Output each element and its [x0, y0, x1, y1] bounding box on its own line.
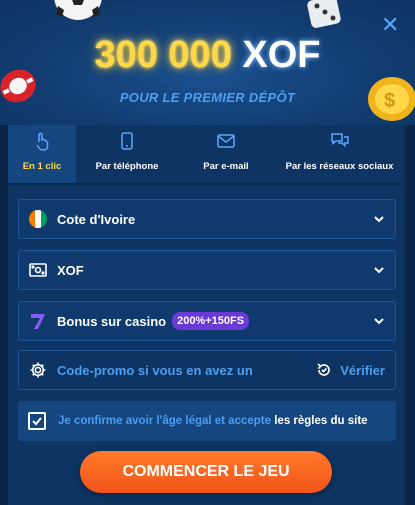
seven-icon — [31, 314, 45, 329]
dice-icon — [307, 0, 341, 28]
bonus-badge: 200%+150FS — [172, 312, 250, 330]
tab-label: Par e-mail — [203, 161, 249, 172]
verify-button[interactable]: Vérifier — [316, 362, 385, 378]
tabs-divider — [8, 183, 405, 185]
age-consent: Je confirme avoir l'âge légal et accepte… — [18, 401, 396, 441]
tab-one-click[interactable]: En 1 clic — [8, 125, 76, 183]
chat-bubbles-icon — [330, 133, 349, 148]
soccer-ball-icon — [54, 0, 102, 20]
banknote-icon — [29, 263, 47, 277]
tap-hand-icon — [36, 132, 49, 151]
close-icon[interactable]: ✕ — [381, 14, 399, 36]
checkmark-icon — [32, 417, 42, 426]
tab-phone[interactable]: Par téléphone — [76, 125, 178, 183]
gear-icon — [30, 362, 46, 378]
bonus-amount: 300 000 XOF — [0, 34, 415, 77]
promo-code-input[interactable] — [57, 362, 287, 378]
bonus-amount-currency: XOF — [242, 34, 321, 76]
chevron-down-icon — [374, 318, 384, 325]
bonus-value: Bonus sur casino — [57, 313, 167, 329]
verify-label: Vérifier — [340, 362, 385, 378]
tab-label: Par téléphone — [95, 161, 159, 172]
refresh-icon — [317, 363, 330, 376]
consent-statement: Je confirme avoir l'âge légal et accepte — [58, 415, 275, 427]
country-value: Cote d'Ivoire — [57, 211, 136, 227]
chevron-down-icon — [374, 267, 384, 274]
bonus-amount-value: 300 000 — [94, 34, 232, 76]
start-game-button[interactable]: COMMENCER LE JEU — [80, 451, 332, 493]
chevron-down-icon — [374, 216, 384, 223]
tab-label: Par les réseaux sociaux — [285, 161, 394, 172]
bonus-select[interactable]: Bonus sur casino 200%+150FS — [18, 301, 396, 341]
country-select[interactable]: Cote d'Ivoire — [18, 199, 396, 239]
currency-select[interactable]: XOF — [18, 250, 396, 290]
promo-code-field: Vérifier — [18, 350, 396, 390]
cote-divoire-flag-icon — [29, 210, 47, 228]
registration-modal: $ 300 000 XOF POUR LE PREMIER DÉPÔT ✕ En… — [0, 0, 415, 505]
bonus-subtitle: POUR LE PREMIER DÉPÔT — [119, 90, 296, 105]
tab-label: En 1 clic — [22, 161, 62, 172]
site-rules-link[interactable]: les règles du site — [274, 415, 367, 427]
envelope-icon — [217, 134, 235, 148]
tab-social[interactable]: Par les réseaux sociaux — [274, 125, 405, 183]
tab-email[interactable]: Par e-mail — [178, 125, 274, 183]
phone-icon — [121, 132, 133, 150]
consent-text: Je confirme avoir l'âge légal et accepte… — [58, 415, 368, 427]
age-consent-checkbox[interactable] — [28, 412, 46, 430]
registration-method-tabs: En 1 clic Par téléphone Par e-mail Par l… — [8, 125, 405, 183]
currency-value: XOF — [57, 262, 84, 278]
